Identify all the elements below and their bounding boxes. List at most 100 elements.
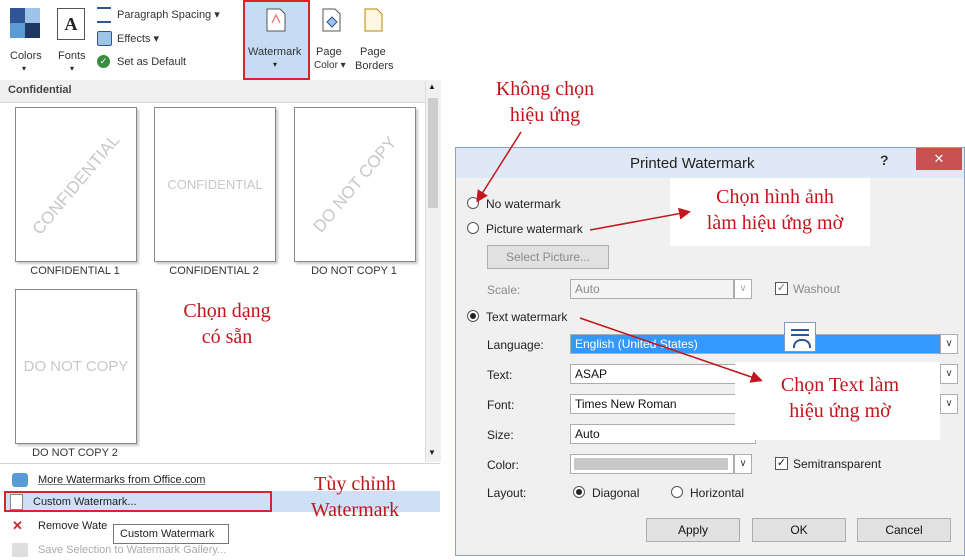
annotation-line: làm hiệu ứng mờ (706, 212, 844, 234)
save-gallery-icon (12, 542, 28, 557)
section-title: Confidential (8, 84, 72, 96)
select-picture-button[interactable]: Select Picture... (487, 245, 609, 269)
language-label: Language: (487, 338, 544, 352)
check-circle-icon: ✓ (97, 55, 110, 68)
chevron-down-icon: ▾ (22, 64, 27, 73)
color-picker[interactable] (570, 454, 734, 474)
tooltip-text: Custom Watermark (120, 528, 215, 540)
watermark-thumb-confidential-1[interactable]: CONFIDENTIAL (15, 107, 137, 262)
size-select[interactable]: Auto (570, 424, 756, 444)
watermark-button[interactable]: Watermark ▾ (243, 0, 310, 80)
fonts-button[interactable]: A Fonts ▾ (52, 4, 92, 76)
watermark-thumb-confidential-2[interactable]: CONFIDENTIAL (154, 107, 276, 262)
text-watermark-label[interactable]: Text watermark (486, 310, 567, 324)
chevron-down-icon[interactable]: ∨ (940, 394, 958, 414)
scroll-up-icon[interactable]: ▲ (428, 82, 436, 91)
annotation-text: Chọn Text làm hiệu ứng mờ (745, 372, 935, 424)
chevron-down-icon: ▾ (70, 64, 75, 73)
watermark-preview-text: CONFIDENTIAL (167, 177, 263, 192)
annotation-preset: Chọn dạng có sẵn (162, 298, 292, 350)
scroll-thumb[interactable] (428, 98, 438, 208)
colors-icon (10, 8, 40, 38)
help-icon[interactable]: ? (880, 152, 889, 168)
annotation-line: hiệu ứng mờ (789, 400, 891, 422)
page-color-button[interactable]: Page Color ▾ (312, 4, 350, 78)
size-label: Size: (487, 428, 514, 442)
menu-label: Custom Watermark... (33, 495, 137, 508)
diagonal-label[interactable]: Diagonal (592, 486, 639, 500)
dialog-title: Printed Watermark (630, 155, 755, 172)
gallery-section-header: Confidential (0, 80, 425, 103)
washout-label[interactable]: Washout (793, 282, 840, 296)
gallery-scrollbar[interactable]: ▲ ▼ (425, 80, 441, 462)
annotation-line: Chọn hình ảnh (716, 186, 834, 208)
remove-icon: ✕ (12, 517, 23, 533)
thumb-caption: DO NOT COPY 2 (32, 447, 118, 459)
watermark-thumb-do-not-copy-1[interactable]: DO NOT COPY (294, 107, 416, 262)
text-watermark-radio[interactable] (467, 310, 479, 322)
annotation-no-effect: Không chọn hiệu ứng (465, 76, 625, 128)
chevron-down-icon: ▾ (273, 60, 278, 69)
menu-divider (0, 463, 440, 464)
washout-checkbox[interactable]: ✓ (775, 282, 788, 295)
dialog-titlebar: Printed Watermark ? ✕ (456, 148, 964, 178)
annotation-line: Chọn Text làm (780, 374, 900, 396)
page-borders-icon (364, 8, 383, 32)
annotation-line: Không chọn (495, 78, 595, 100)
custom-watermark-icon (10, 493, 23, 510)
globe-icon (12, 472, 28, 487)
alignment-icon (784, 322, 816, 352)
annotation-line: hiệu ứng (509, 104, 581, 126)
annotation-line: Watermark (310, 499, 400, 521)
watermark-icon (266, 8, 286, 32)
language-select[interactable]: English (United States) (570, 334, 942, 354)
chevron-down-icon[interactable]: ∨ (734, 279, 752, 299)
chevron-down-icon[interactable]: ∨ (734, 454, 752, 474)
color-swatch (574, 458, 728, 470)
watermark-label: Watermark (248, 46, 302, 58)
picture-watermark-label[interactable]: Picture watermark (486, 222, 583, 236)
custom-watermark-item[interactable]: Custom Watermark... (4, 491, 272, 512)
close-button[interactable]: ✕ (916, 148, 962, 170)
page-color-label-2: Color ▾ (314, 60, 346, 71)
semitransparent-checkbox[interactable]: ✓ (775, 457, 788, 470)
paragraph-spacing-button[interactable]: Paragraph Spacing ▾ (97, 6, 237, 24)
chevron-down-icon[interactable]: ∨ (940, 334, 958, 354)
ribbon-design-tab: Colors ▾ A Fonts ▾ Paragraph Spacing ▾ E… (0, 0, 440, 81)
fonts-icon: A (57, 8, 85, 40)
thumb-caption: DO NOT COPY 1 (311, 265, 397, 277)
watermark-preview-text: DO NOT COPY (23, 358, 129, 375)
scroll-down-icon[interactable]: ▼ (428, 448, 436, 457)
scale-select[interactable]: Auto (570, 279, 734, 299)
no-watermark-label[interactable]: No watermark (486, 197, 561, 211)
thumb-caption: CONFIDENTIAL 1 (30, 265, 120, 277)
text-label: Text: (487, 368, 513, 382)
paragraph-spacing-icon (97, 7, 111, 23)
set-as-default-button[interactable]: ✓ Set as Default (97, 54, 237, 72)
diagonal-radio[interactable] (573, 486, 585, 498)
watermark-preview-text: DO NOT COPY (309, 132, 401, 236)
ok-button[interactable]: OK (752, 518, 846, 542)
no-watermark-radio[interactable] (467, 197, 479, 209)
watermark-thumb-do-not-copy-2[interactable]: DO NOT COPY (15, 289, 137, 444)
scale-label: Scale: (487, 283, 521, 297)
apply-button[interactable]: Apply (646, 518, 740, 542)
annotation-picture: Chọn hình ảnh làm hiệu ứng mờ (675, 184, 875, 236)
horizontal-radio[interactable] (671, 486, 683, 498)
horizontal-label[interactable]: Horizontal (690, 486, 744, 500)
layout-label: Layout: (487, 486, 527, 500)
picture-watermark-radio[interactable] (467, 222, 479, 234)
effects-button[interactable]: Effects ▾ (97, 30, 237, 48)
font-label: Font: (487, 398, 515, 412)
semitransparent-label[interactable]: Semitransparent (793, 457, 881, 471)
page-borders-label-2: Borders (355, 60, 394, 72)
page-color-icon (322, 8, 341, 32)
colors-label: Colors (10, 50, 42, 62)
cancel-button[interactable]: Cancel (857, 518, 951, 542)
page-borders-button[interactable]: Page Borders (352, 4, 394, 78)
menu-label: Remove Wate (38, 519, 108, 532)
chevron-down-icon[interactable]: ∨ (940, 364, 958, 384)
colors-button[interactable]: Colors ▾ (6, 4, 42, 76)
watermark-preview-text: CONFIDENTIAL (28, 130, 123, 239)
menu-label: More Watermarks from Office.com (38, 473, 206, 486)
